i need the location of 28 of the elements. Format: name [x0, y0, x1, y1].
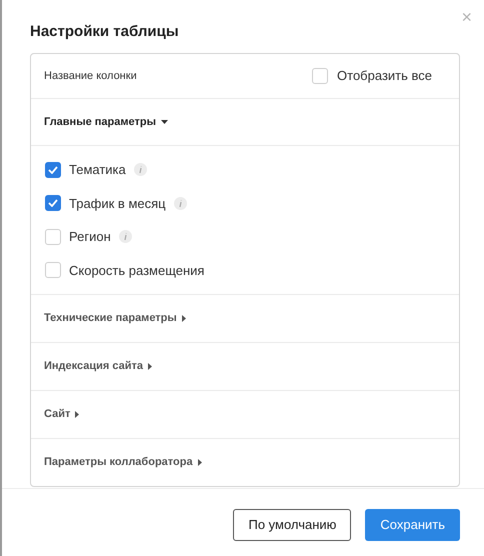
option-label: Скорость размещения	[69, 262, 204, 280]
section-header[interactable]: Главные параметры	[31, 99, 459, 146]
default-button[interactable]: По умолчанию	[233, 509, 352, 541]
checkbox[interactable]	[45, 195, 61, 212]
dialog-title: Настройки таблицы	[30, 22, 180, 42]
section-title: Главные параметры	[44, 114, 156, 130]
section-header[interactable]: Индексация сайта	[31, 343, 459, 390]
show-all-label: Отобразить все	[337, 67, 432, 86]
section-title: Сайт	[44, 407, 70, 422]
option-label: Регион	[69, 228, 111, 246]
column-header: Название колонки	[44, 68, 137, 84]
section-header[interactable]: Сайт	[31, 391, 459, 438]
checkmark-icon	[48, 199, 58, 208]
checkbox[interactable]	[45, 162, 61, 178]
option-label: Тематика	[69, 161, 126, 179]
checkmark-icon	[48, 166, 58, 174]
save-button[interactable]: Сохранить	[365, 509, 460, 541]
caret-right-icon	[198, 459, 202, 466]
caret-right-icon	[182, 315, 186, 322]
caret-right-icon	[148, 363, 152, 370]
section-header[interactable]: Технические параметры	[31, 295, 459, 342]
section-title: Параметры коллаборатора	[44, 455, 193, 470]
caret-down-icon	[160, 120, 168, 124]
section-header[interactable]: Параметры коллаборатора	[31, 439, 459, 486]
section-title: Индексация сайта	[44, 359, 144, 374]
caret-right-icon	[75, 411, 80, 418]
option-label: Трафик в месяц	[69, 194, 166, 213]
section-title: Технические параметры	[44, 311, 177, 326]
